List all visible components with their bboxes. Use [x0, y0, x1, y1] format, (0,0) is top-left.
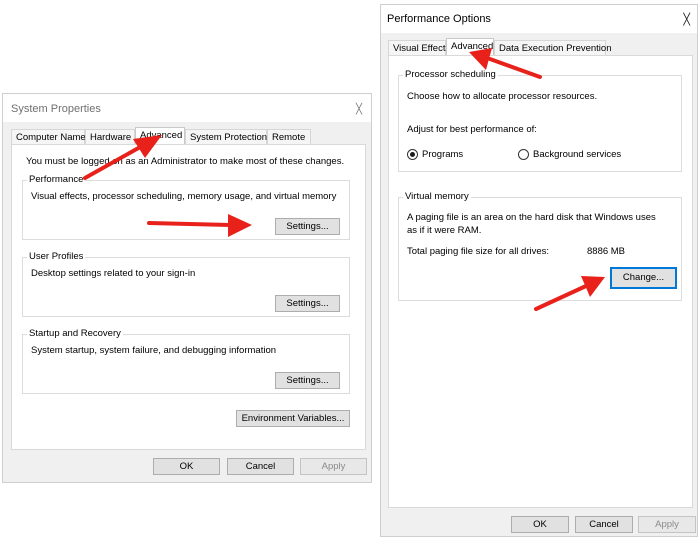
arrow-to-performance-settings	[147, 214, 252, 237]
screenshot-canvas: { "system_properties": { "title": "Syste…	[0, 0, 700, 537]
arrow-to-perf-advanced-tab	[469, 48, 542, 79]
arrow-to-advanced-tab	[83, 135, 162, 180]
annotation-overlay	[83, 48, 605, 311]
arrow-to-change-button	[534, 276, 605, 311]
